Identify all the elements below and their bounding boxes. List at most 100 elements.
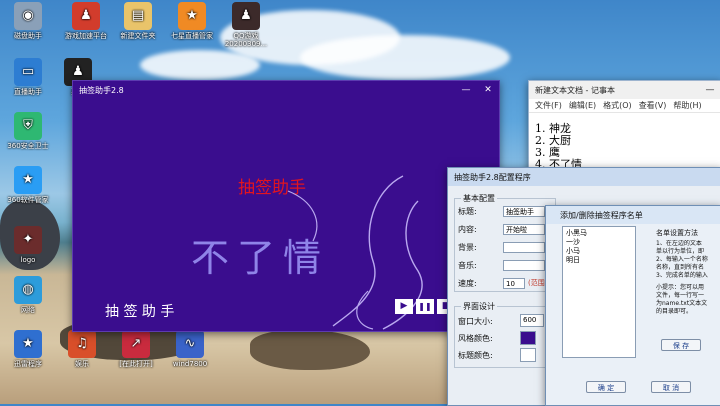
folder-icon: ▤ <box>124 2 152 30</box>
color-swatch[interactable] <box>520 331 536 345</box>
shortcut-icon: ↗ <box>122 330 150 358</box>
tip-text-line: 的目录即可。 <box>656 308 693 315</box>
config-field-input[interactable]: 开始啦 <box>503 224 545 235</box>
globe-icon: ◍ <box>14 276 42 304</box>
desktop-icon[interactable]: ↗ [在此打开] <box>110 330 162 368</box>
notepad-title: 新建文本文档 - 记事本 <box>535 85 615 95</box>
name-list-dialog: 添加/删除抽签程序名单 小黑马 一沙 小马 明日 名单设置方法 1、在左边的文本 单以行… <box>545 205 720 406</box>
color-swatch[interactable] <box>520 348 536 362</box>
pause-button[interactable]: ❚❚ <box>416 299 434 314</box>
ui-design-title: 界面设计 <box>461 301 497 312</box>
tip-text-line: 为name.txt文本文 <box>656 300 708 307</box>
config-field-label: 音乐: <box>458 261 477 270</box>
notepad-menu-item[interactable]: 查看(V) <box>639 100 667 111</box>
desktop-icon[interactable]: ♫ 娱乐 <box>56 330 108 368</box>
notepad-line: 2. 大厨 <box>535 134 571 147</box>
config-field-input[interactable]: 抽签助手 <box>503 206 545 217</box>
media-icon: ♫ <box>68 330 96 358</box>
name-list-item: 一沙 <box>566 238 580 246</box>
cancel-button[interactable]: 取 消 <box>651 381 691 393</box>
logo-icon: ✦ <box>14 226 42 254</box>
config-field-label: 速度: <box>458 279 477 288</box>
notepad-menu-item[interactable]: 编辑(E) <box>569 100 596 111</box>
notepad-titlebar[interactable]: 新建文本文档 - 记事本 — <box>529 81 720 99</box>
desktop-icon[interactable]: ▭ 直播助手 <box>2 58 54 96</box>
desktop-icon[interactable]: ◍ 网络 <box>2 276 54 314</box>
name-list-item: 小黑马 <box>566 229 587 237</box>
name-list-item: 明日 <box>566 256 580 264</box>
desktop-icon[interactable]: ♟ 游戏加速平台 <box>60 2 112 40</box>
desktop-icon[interactable]: ⛨ 360安全卫士 <box>2 112 54 150</box>
desktop-icon[interactable]: ★ 360软件管家 <box>2 166 54 204</box>
desktop-icon[interactable]: ★ 迅雷程序 <box>2 330 54 368</box>
name-list-item: 小马 <box>566 247 580 255</box>
config-field-label: 背景: <box>458 243 477 252</box>
desktop-icon-label: 迅雷程序 <box>14 360 42 368</box>
desktop-icon[interactable]: ★ 七星直播管家 <box>166 2 218 40</box>
desktop-icon-label: logo <box>20 256 36 264</box>
game-icon: ♟ <box>232 2 260 30</box>
app-icon: ★ <box>14 330 42 358</box>
desktop-icon-label: 磁盘助手 <box>14 32 42 40</box>
desktop-icon-label: 游戏加速平台 <box>65 32 107 40</box>
draw-window-titlebar[interactable]: 抽签助手2.8 — ✕ <box>73 81 499 99</box>
minimize-icon[interactable]: — <box>699 81 720 99</box>
name-list-textarea[interactable]: 小黑马 一沙 小马 明日 <box>562 226 636 358</box>
desktop-icon[interactable]: ♟ QQ游戏 20200309... <box>220 2 272 48</box>
desktop-icon-label: 网络 <box>21 306 35 314</box>
ok-button[interactable]: 确 定 <box>586 381 626 393</box>
config-field-label: 内容: <box>458 225 477 234</box>
game-icon: ♟ <box>72 2 100 30</box>
name-list-titlebar[interactable]: 添加/删除抽签程序名单 <box>546 206 720 224</box>
desktop-icon[interactable]: ✦ logo <box>2 226 54 264</box>
desktop-icon-label: 七星直播管家 <box>171 32 213 40</box>
notepad-menu-item[interactable]: 帮助(H) <box>673 100 701 111</box>
config-field-input[interactable] <box>503 242 545 253</box>
draw-window: 抽签助手2.8 — ✕ 抽签助手 不了情 抽 签 助 手 ▶ ❚❚ ■ <box>72 80 500 332</box>
desktop-icon[interactable]: ∿ wind7800 <box>164 330 216 368</box>
shield-icon: ⛨ <box>14 112 42 140</box>
draw-window-title: 抽签助手2.8 <box>79 85 124 95</box>
help-text-line: 名称，直到所有名 <box>656 264 705 271</box>
minimize-icon[interactable]: — <box>455 81 477 99</box>
help-text-line: 2、每输入一个名称 <box>656 256 708 263</box>
decorative-swirl <box>287 175 423 330</box>
config-title: 抽签助手2.8配置程序 <box>454 172 531 182</box>
ui-field-label: 窗口大小: <box>458 317 493 326</box>
desktop-icon[interactable]: ▤ 新建文件夹 <box>112 2 164 40</box>
save-button[interactable]: 保 存 <box>661 339 701 351</box>
config-field-input[interactable]: 10 <box>503 278 525 289</box>
desktop-icon-label: [在此打开] <box>119 360 153 368</box>
desktop-icon-label: 娱乐 <box>75 360 89 368</box>
play-button[interactable]: ▶ <box>395 299 413 314</box>
notepad-menu-item[interactable]: 格式(O) <box>603 100 632 111</box>
config-titlebar[interactable]: 抽签助手2.8配置程序 <box>448 168 720 186</box>
notepad-menubar: 文件(F) 编辑(E) 格式(O) 查看(V) 帮助(H) <box>529 99 720 113</box>
monitor-icon: ▭ <box>14 58 42 86</box>
notepad-menu-item[interactable]: 文件(F) <box>535 100 562 111</box>
desktop-icon-label: 360软件管家 <box>7 196 49 204</box>
desktop-icon[interactable]: ◉ 磁盘助手 <box>2 2 54 40</box>
help-text-line: 3、完成名单的输入 <box>656 272 708 279</box>
current-name-display: 不了情 <box>191 236 330 280</box>
close-icon[interactable]: ✕ <box>477 81 499 99</box>
tip-text-line: 文件，每一行写一 <box>656 292 705 299</box>
chart-icon: ∿ <box>176 330 204 358</box>
desktop-icon-label: wind7800 <box>172 360 208 368</box>
help-title: 名单设置方法 <box>656 229 698 237</box>
disk-icon: ◉ <box>14 2 42 30</box>
desktop-icon-label: 360安全卫士 <box>7 142 49 150</box>
help-text-line: 1、在左边的文本 <box>656 240 702 247</box>
window-size-input[interactable]: 600 <box>520 314 544 327</box>
draw-brand-label: 抽 签 助 手 <box>105 304 175 320</box>
name-list-title: 添加/删除抽签程序名单 <box>560 210 643 220</box>
tip-text-line: 小提示：您可以用 <box>656 284 705 291</box>
help-text-line: 单以行为单位，即 <box>656 248 705 255</box>
config-field-input[interactable] <box>503 260 545 271</box>
desktop-icon-label: 新建文件夹 <box>120 32 156 40</box>
app-icon: ★ <box>178 2 206 30</box>
desktop-icon-label: QQ游戏 20200309... <box>224 32 268 48</box>
ui-field-label: 风格颜色: <box>458 334 493 343</box>
config-field-label: 标题: <box>458 207 477 216</box>
basic-config-title: 基本配置 <box>461 193 497 204</box>
